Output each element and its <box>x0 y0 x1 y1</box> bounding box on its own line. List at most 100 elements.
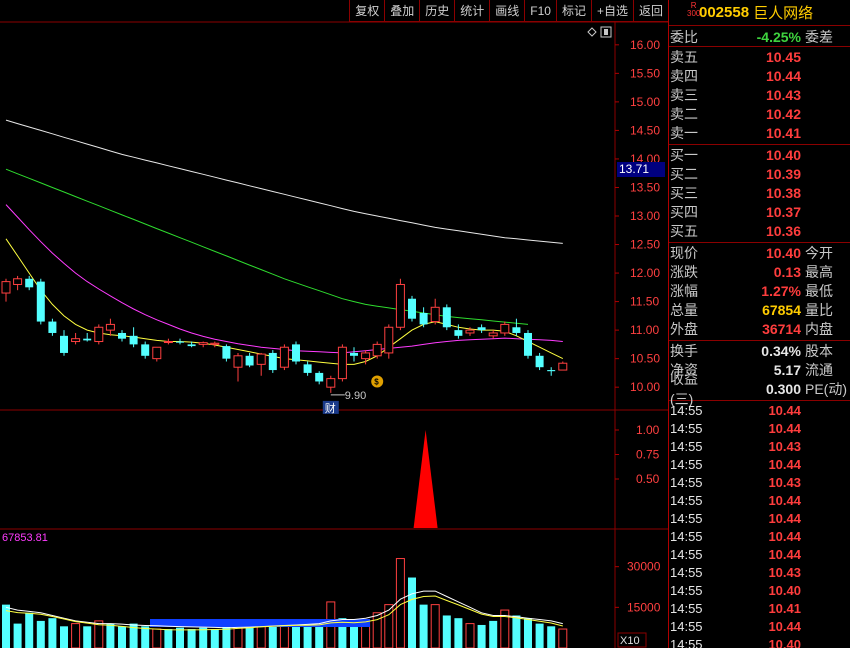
low-price-label: 9.90 <box>345 390 366 402</box>
volume-bar <box>13 623 22 648</box>
volume-bar <box>430 604 440 648</box>
tick-time: 14:55 <box>670 474 703 490</box>
volume-tick-label: 30000 <box>627 560 661 574</box>
restore-rights-button[interactable]: 复权 <box>349 0 384 22</box>
ask-row-value: 10.44 <box>765 67 801 84</box>
tick-row: 14:55 10.44 <box>669 545 850 563</box>
volume-bar <box>25 612 34 648</box>
tick-time: 14:55 <box>670 420 703 436</box>
price-tick-label: 13.50 <box>630 180 660 194</box>
current-price-marker: 13.71 <box>617 162 665 177</box>
chart-canvas[interactable]: 16.0015.5015.0014.5014.0013.5013.0012.50… <box>0 0 668 648</box>
candle-body <box>245 355 254 366</box>
kline-chart[interactable]: 16.00 15.50 15.00 14.50 14.00 13.50 13.00 12.50… <box>0 0 668 648</box>
candle-body <box>25 278 34 288</box>
candle-body <box>535 355 544 368</box>
tick-row: 14:55 10.44 <box>669 527 850 545</box>
ma-line <box>5 168 529 325</box>
volume-bar <box>315 624 324 648</box>
candle-body <box>465 329 475 334</box>
tick-time: 14:55 <box>670 456 703 472</box>
tick-row: 14:55 10.43 <box>669 437 850 455</box>
tick-price: 10.44 <box>768 618 801 634</box>
volume-bar <box>465 623 475 648</box>
candle-body <box>512 327 521 333</box>
tick-price: 10.44 <box>768 546 801 562</box>
stock-name: 巨人网络 <box>753 5 814 22</box>
quote-row-label2: 今开 <box>805 244 833 261</box>
volume-bar <box>477 624 486 648</box>
candle-body <box>477 327 486 331</box>
quote-row-label: 外盘 <box>670 320 698 337</box>
candle-body <box>326 378 336 388</box>
volume-bar <box>187 629 196 648</box>
bid-row-label: 买一 <box>670 146 698 163</box>
candle-body <box>233 355 243 368</box>
volume-bar <box>141 626 150 648</box>
quote-row-label: 涨幅 <box>670 282 698 299</box>
diamond-icon <box>587 27 597 37</box>
tick-price: 10.41 <box>768 600 801 616</box>
tick-time: 14:55 <box>670 438 703 454</box>
tick-row: 14:55 10.44 <box>669 509 850 527</box>
volume-bar <box>512 615 521 648</box>
candle-body <box>163 341 173 344</box>
fundamental-row: 换手 0.34% 股本 <box>669 341 850 360</box>
candle-body <box>83 338 92 341</box>
add-watchlist-button[interactable]: +自选 <box>590 0 633 22</box>
price-tick-label: 12.00 <box>630 266 660 280</box>
bid-row: 买一 10.40 <box>669 145 850 164</box>
candle-body <box>129 335 138 345</box>
f10-button[interactable]: F10 <box>524 0 556 22</box>
volume-bar <box>164 629 173 648</box>
quote-row: 涨幅 1.27% 最低 <box>669 281 850 300</box>
price-tick-label: 15.00 <box>630 95 660 109</box>
fundamental-row-label2: 股本 <box>805 342 833 359</box>
candle-body <box>292 344 300 362</box>
tick-row: 14:55 10.44 <box>669 455 850 473</box>
volume-bar <box>48 618 57 648</box>
badge-bottom: 300 <box>687 9 701 18</box>
candle-body <box>547 370 556 372</box>
candle-body <box>94 326 104 343</box>
quote-row-label: 现价 <box>670 244 698 261</box>
weibi-section: 委比 -4.25% 委差 <box>669 26 850 47</box>
volume-bar <box>350 623 358 648</box>
weibi-value: -4.25% <box>756 28 801 45</box>
volume-bar <box>408 577 416 648</box>
weibi-row: 委比 -4.25% 委差 <box>669 26 850 47</box>
candle-body <box>48 321 57 333</box>
overlay-button[interactable]: 叠加 <box>384 0 419 22</box>
tick-price: 10.40 <box>768 582 801 598</box>
mark-button[interactable]: 标记 <box>555 0 591 22</box>
stock-code: 002558 <box>699 4 750 21</box>
price-tick-label: 15.50 <box>630 66 660 80</box>
history-button[interactable]: 历史 <box>419 0 454 22</box>
fundamental-row-label2: 流通 <box>805 361 833 378</box>
tick-time: 14:55 <box>670 402 703 418</box>
volume-bar <box>279 623 289 648</box>
ask-row-label: 卖三 <box>670 86 698 103</box>
fundamental-row-value: 5.17 <box>773 361 801 378</box>
candle-body <box>361 352 371 360</box>
candle-body <box>315 372 324 382</box>
price-tick-label: 14.50 <box>630 123 660 137</box>
back-button[interactable]: 返回 <box>632 0 668 22</box>
finance-marker: 财 <box>325 401 336 415</box>
stats-button[interactable]: 统计 <box>454 0 489 22</box>
draw-line-button[interactable]: 画线 <box>489 0 524 22</box>
price-tick-label: 12.50 <box>630 238 660 252</box>
sell-book: 卖五 10.45 卖四 10.44 卖三 10.43 卖二 10.42 卖一 10.41 <box>669 47 850 145</box>
candle-body <box>442 307 451 328</box>
quote-row-label2: 内盘 <box>805 320 833 337</box>
tick-list[interactable]: 14:55 10.44 14:55 10.44 14:55 10.43 14:55 10.44… <box>669 401 850 648</box>
tick-price: 10.43 <box>768 474 801 490</box>
candle-body <box>36 281 45 322</box>
candle-body <box>408 298 416 319</box>
volume-bar <box>71 623 81 648</box>
bid-row-label: 买二 <box>670 165 698 182</box>
quote-row-value: 36714 <box>762 320 801 337</box>
tick-row: 14:55 10.44 <box>669 491 850 509</box>
candle-body <box>372 343 382 357</box>
quote-panel: R 300 002558 巨人网络 委比 -4.25% 委差 卖五 10.45 卖四… <box>668 0 850 648</box>
